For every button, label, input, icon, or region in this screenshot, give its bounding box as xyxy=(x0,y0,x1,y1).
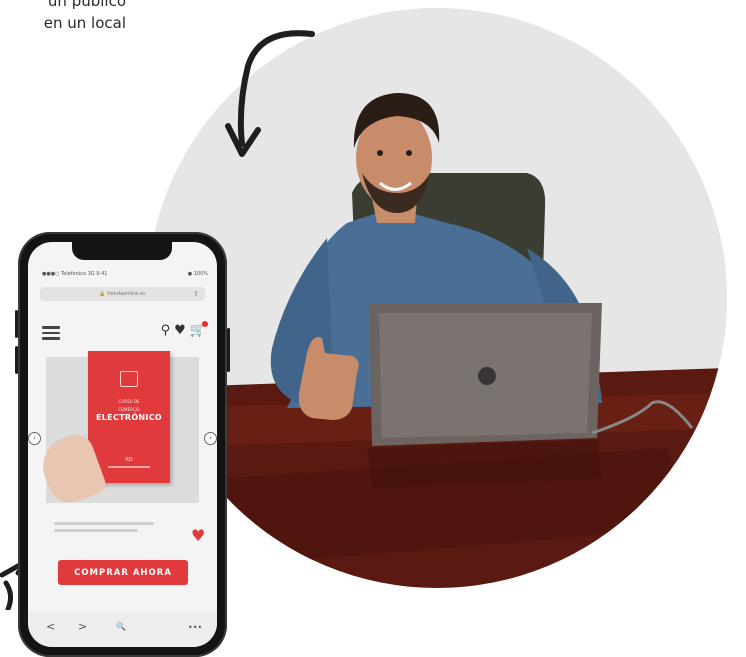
forward-icon[interactable]: > xyxy=(78,620,87,633)
book-bottom-small: RD xyxy=(125,457,133,463)
favorite-heart-icon[interactable]: ♥ xyxy=(191,528,205,544)
heart-icon[interactable]: ♥ xyxy=(174,323,186,339)
lock-icon xyxy=(120,371,138,387)
site-header: ⚲ ♥ 🛒 xyxy=(38,321,208,344)
volume-down-button xyxy=(15,346,18,374)
phone-screen: ●●●○ Telefonica 3G 9:41 ● 100% 🔒 tiendao… xyxy=(28,242,217,647)
caption: un público en un local xyxy=(0,0,126,34)
book-top-small: CURSO DE xyxy=(118,399,140,404)
volume-up-button xyxy=(15,310,18,338)
status-left: ●●●○ Telefonica 3G 9:41 xyxy=(42,271,108,277)
slider-next-icon[interactable]: › xyxy=(204,432,217,445)
caption-line-2: en un local xyxy=(43,14,126,32)
share-icon[interactable]: ⇪ xyxy=(193,290,199,298)
status-right: ● 100% xyxy=(187,271,208,277)
book-subtitle-small: COMERCIO xyxy=(118,407,140,412)
buy-now-button[interactable]: COMPRAR AHORA xyxy=(58,560,188,585)
browser-bottom-bar: < > 🔍 ••• xyxy=(28,612,217,647)
book-stripe xyxy=(108,466,150,468)
slider-prev-icon[interactable]: ‹ xyxy=(28,432,41,445)
power-button xyxy=(227,328,230,372)
menu-icon[interactable] xyxy=(42,326,60,340)
cart-icon[interactable]: 🛒 xyxy=(190,321,208,339)
status-bar: ●●●○ Telefonica 3G 9:41 ● 100% xyxy=(42,271,208,277)
book-cover: CURSO DE COMERCIO ELECTRÓNICO RD xyxy=(88,351,170,483)
url-text: 🔒 tiendaonline.es xyxy=(99,291,146,297)
more-icon[interactable]: ••• xyxy=(188,623,202,632)
address-bar[interactable]: 🔒 tiendaonline.es ⇪ xyxy=(40,287,205,301)
cart-badge xyxy=(202,321,208,327)
book-title: ELECTRÓNICO xyxy=(96,413,162,422)
search-nav-icon[interactable]: 🔍 xyxy=(116,622,126,631)
product-description-placeholder xyxy=(54,522,154,536)
caption-line-1: un público xyxy=(47,0,126,10)
curved-arrow-icon xyxy=(225,30,315,157)
phone-mockup: ●●●○ Telefonica 3G 9:41 ● 100% 🔒 tiendao… xyxy=(15,232,230,657)
product-image[interactable]: CURSO DE COMERCIO ELECTRÓNICO RD xyxy=(34,351,199,509)
search-icon[interactable]: ⚲ xyxy=(161,323,171,339)
notch xyxy=(72,242,172,260)
header-icons: ⚲ ♥ 🛒 xyxy=(161,321,208,339)
back-icon[interactable]: < xyxy=(46,620,55,633)
